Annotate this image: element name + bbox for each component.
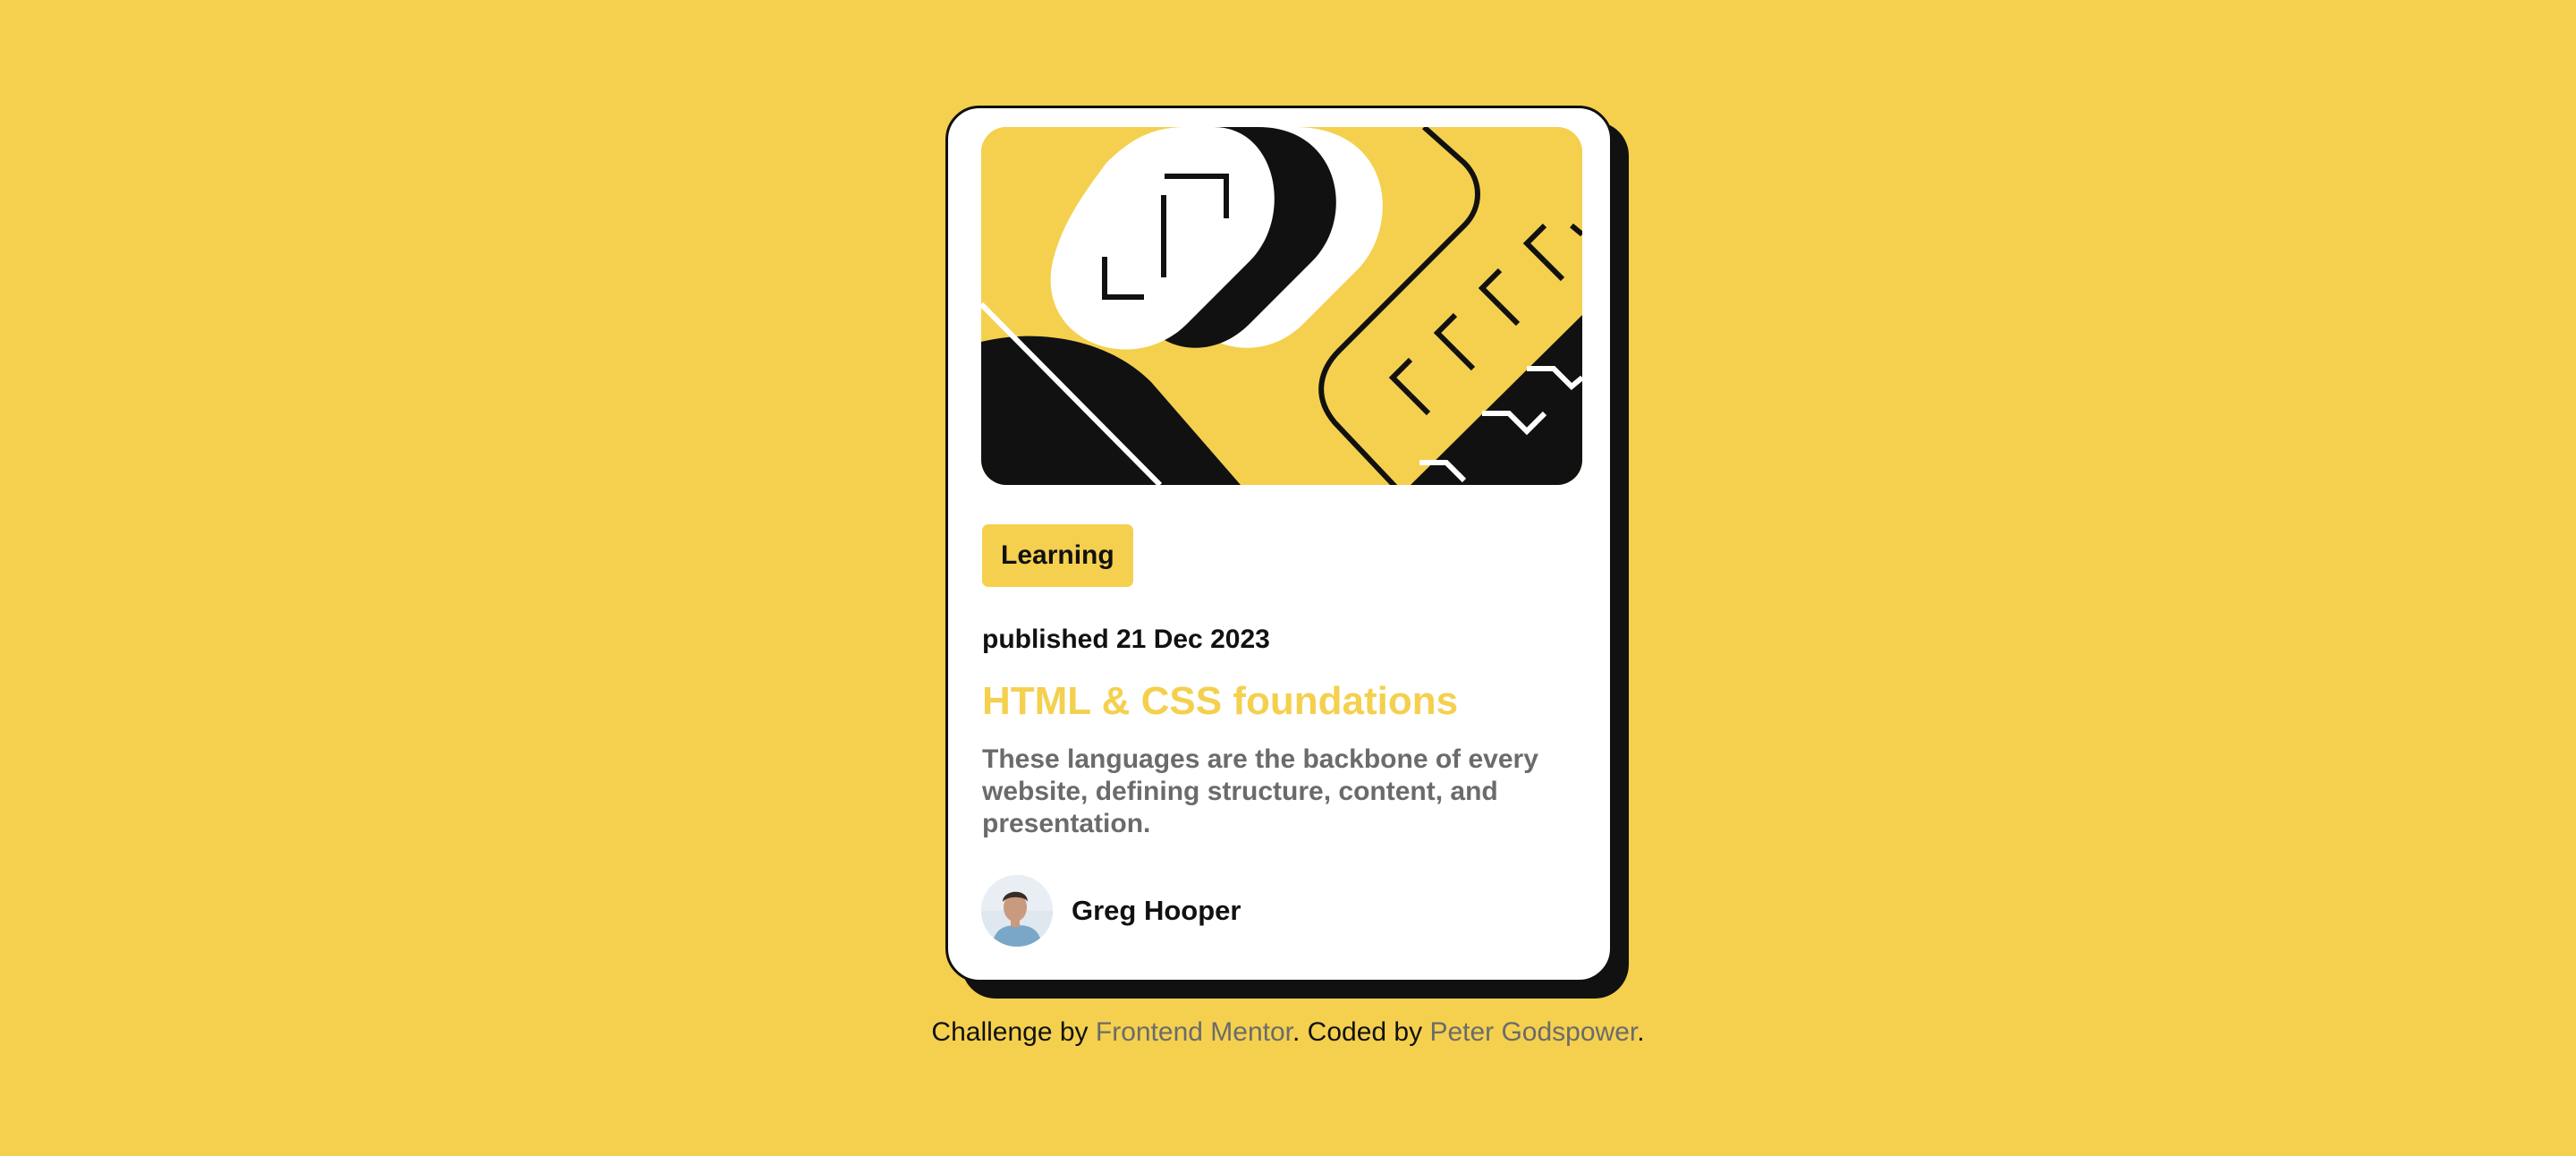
page: Learning published 21 Dec 2023 HTML & CS… <box>0 0 2576 1156</box>
card-title[interactable]: HTML & CSS foundations <box>982 679 1458 724</box>
attribution: Challenge by Frontend Mentor. Coded by P… <box>0 1017 2576 1048</box>
attribution-prefix: Challenge by <box>931 1017 1096 1047</box>
author: Greg Hooper <box>981 875 1241 947</box>
frontend-mentor-link[interactable]: Frontend Mentor <box>1096 1017 1292 1047</box>
attribution-suffix: . <box>1637 1017 1645 1047</box>
category-tag: Learning <box>982 524 1133 587</box>
code-illustration <box>981 127 1582 485</box>
published-date: published 21 Dec 2023 <box>982 625 1270 654</box>
author-name: Greg Hooper <box>1072 895 1241 926</box>
card-description: These languages are the backbone of ever… <box>982 744 1538 838</box>
author-link[interactable]: Peter Godspower <box>1429 1017 1637 1047</box>
avatar <box>981 875 1053 947</box>
avatar-photo-icon <box>981 875 1053 947</box>
attribution-middle: . Coded by <box>1292 1017 1430 1047</box>
blog-preview-card: Learning published 21 Dec 2023 HTML & CS… <box>945 106 1613 982</box>
illustration-graphic <box>981 127 1582 485</box>
